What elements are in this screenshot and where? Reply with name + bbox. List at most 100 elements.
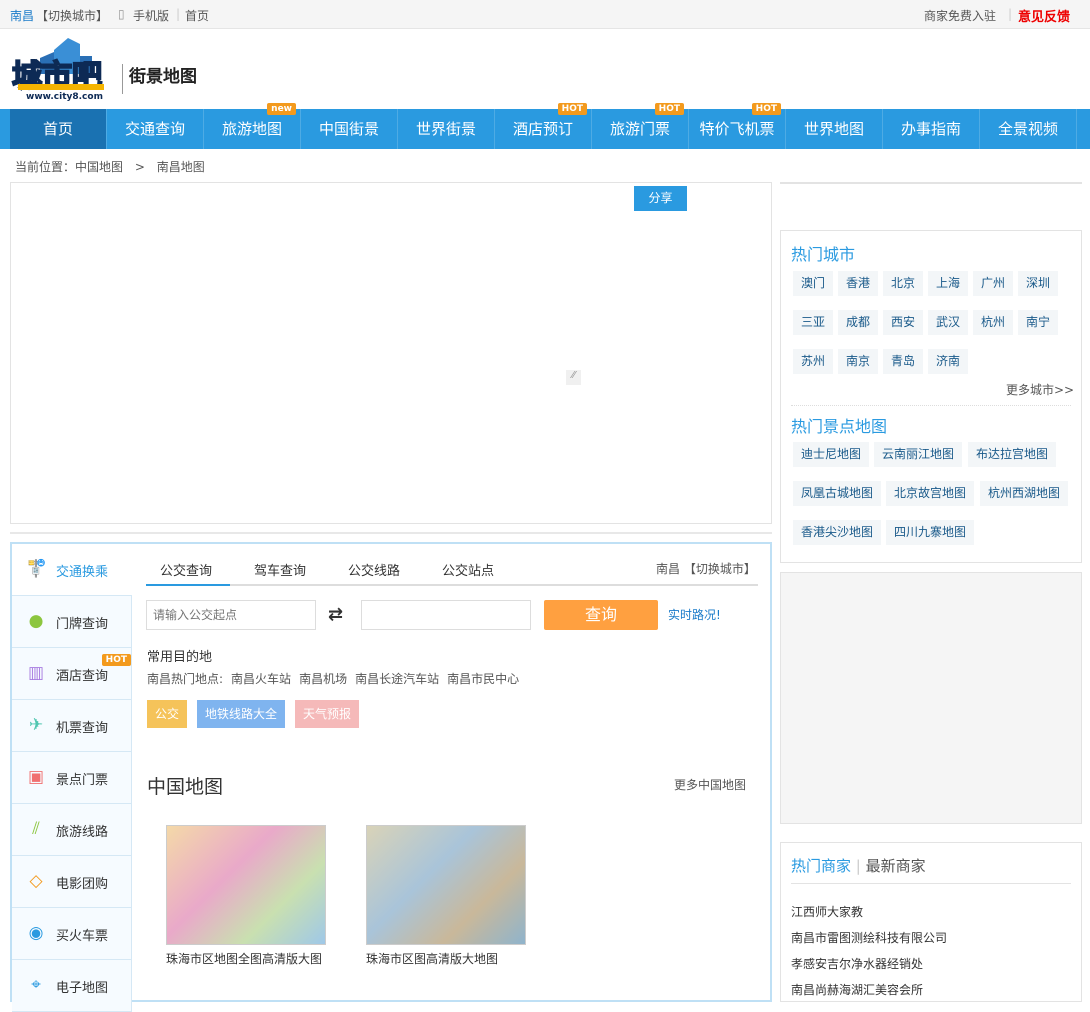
nav-item-6[interactable]: 旅游门票 HOT: [592, 103, 689, 149]
hot-spot-link[interactable]: 北京故宫地图: [886, 481, 975, 506]
nav-item-0[interactable]: 首页: [10, 109, 107, 149]
switch-city-link[interactable]: 【切换城市】: [36, 7, 108, 24]
feedback-link[interactable]: 意见反馈: [1018, 6, 1070, 25]
side-item-pin[interactable]: ● 门牌查询: [12, 596, 132, 648]
query-tab-2[interactable]: 公交线路: [348, 560, 400, 579]
start-input[interactable]: [146, 600, 316, 630]
tab-new-merchants[interactable]: 最新商家: [866, 857, 926, 875]
hot-spots-title: 热门景点地图: [791, 417, 888, 436]
side-item-route[interactable]: ⫽ 旅游线路: [12, 804, 132, 856]
quick-button[interactable]: 天气预报: [295, 700, 360, 728]
tab-hot-merchants[interactable]: 热门商家: [791, 857, 851, 875]
share-button[interactable]: 分享: [634, 186, 687, 211]
end-input[interactable]: [361, 600, 531, 630]
hot-spot-link[interactable]: 布达拉宫地图: [968, 442, 1057, 467]
resize-handle-icon[interactable]: ⁄⁄: [566, 370, 581, 385]
more-cities-link[interactable]: 更多城市>>: [1006, 381, 1074, 398]
search-button[interactable]: 查询: [544, 600, 658, 630]
more-china-maps-link[interactable]: 更多中国地图: [674, 776, 746, 793]
query-tab-1[interactable]: 驾车查询: [254, 560, 306, 579]
map-view[interactable]: ⁄⁄: [10, 182, 772, 524]
hot-city-link[interactable]: 济南: [928, 349, 969, 374]
hot-place-link[interactable]: 南昌机场: [299, 672, 347, 686]
map-thumbnail[interactable]: [366, 825, 526, 945]
hot-city-link[interactable]: 南京: [838, 349, 879, 374]
hot-city-link[interactable]: 广州: [973, 271, 1014, 296]
side-item-train[interactable]: ◉ 买火车票: [12, 908, 132, 960]
hot-city-link[interactable]: 西安: [883, 310, 924, 335]
mobile-link[interactable]: 手机版: [133, 7, 169, 24]
hot-city-link[interactable]: 澳门: [793, 271, 834, 296]
hot-spot-link[interactable]: 杭州西湖地图: [980, 481, 1069, 506]
query-switch-city[interactable]: 【切换城市】: [684, 562, 756, 576]
mobile-icon: ▯: [118, 7, 125, 21]
nav-item-1[interactable]: 交通查询: [107, 109, 204, 149]
side-item-hotel[interactable]: ▥ 酒店查询 HOT: [12, 648, 132, 700]
side-item-label: 机票查询: [56, 721, 109, 736]
site-logo[interactable]: 城市吧 www.city8.com: [10, 36, 118, 102]
nav-item-5[interactable]: 酒店预订 HOT: [495, 103, 592, 149]
china-map-title: 中国地图: [147, 776, 224, 798]
hot-spot-link[interactable]: 四川九寨地图: [886, 520, 975, 545]
nav-item-4[interactable]: 世界街景: [398, 109, 495, 149]
hot-city-link[interactable]: 上海: [928, 271, 969, 296]
hot-city-link[interactable]: 青岛: [883, 349, 924, 374]
merchant-link[interactable]: 孝感安吉尔净水器经销处: [791, 955, 923, 972]
map-caption[interactable]: 珠海市区地图全图高清版大图: [166, 950, 322, 967]
breadcrumb-nanchang-map[interactable]: 南昌地图: [157, 160, 205, 174]
nav-item-9[interactable]: 办事指南: [883, 109, 980, 149]
nav-item-8[interactable]: 世界地图: [786, 109, 883, 149]
side-item-bus[interactable]: 🚏 交通换乘: [12, 544, 132, 596]
swap-icon[interactable]: ⇄: [328, 604, 343, 625]
hot-spot-link[interactable]: 香港尖沙地图: [793, 520, 882, 545]
side-item-map[interactable]: ⌖ 电子地图: [12, 960, 132, 1012]
hot-city-link[interactable]: 南宁: [1018, 310, 1059, 335]
hot-city-link[interactable]: 香港: [838, 271, 879, 296]
side-item-tag[interactable]: ◇ 电影团购: [12, 856, 132, 908]
hot-spot-link[interactable]: 云南丽江地图: [874, 442, 963, 467]
breadcrumb-china-map[interactable]: 中国地图: [75, 160, 123, 174]
quick-button[interactable]: 地铁线路大全: [197, 700, 286, 728]
side-item-label: 买火车票: [56, 929, 109, 944]
nav-item-3[interactable]: 中国街景: [301, 109, 398, 149]
breadcrumb-separator: >: [134, 160, 145, 174]
side-item-plane[interactable]: ✈ 机票查询: [12, 700, 132, 752]
map-thumbnail[interactable]: [166, 825, 326, 945]
hot-city-link[interactable]: 成都: [838, 310, 879, 335]
hot-place-link[interactable]: 南昌长途汽车站: [355, 672, 439, 686]
nav-label: 中国街景: [318, 120, 379, 138]
merchant-join-link[interactable]: 商家免费入驻: [924, 7, 996, 24]
quick-button[interactable]: 公交: [147, 700, 188, 728]
query-tab-0[interactable]: 公交查询: [160, 560, 212, 579]
merchant-link[interactable]: 南昌尚赫海湖汇美容会所: [791, 981, 923, 998]
merchant-link[interactable]: 江西师大家教: [791, 903, 863, 920]
hot-city-link[interactable]: 杭州: [973, 310, 1014, 335]
nav-label: 旅游地图: [221, 120, 282, 138]
hot-city-link[interactable]: 三亚: [793, 310, 834, 335]
side-item-ticket[interactable]: ▣ 景点门票: [12, 752, 132, 804]
nav-item-7[interactable]: 特价飞机票 HOT: [689, 103, 786, 149]
nav-item-2[interactable]: 旅游地图 new: [204, 103, 301, 149]
hot-place-link[interactable]: 南昌火车站: [231, 672, 291, 686]
hot-city-link[interactable]: 深圳: [1018, 271, 1059, 296]
nav-label: 办事指南: [900, 120, 961, 138]
map-caption[interactable]: 珠海市区图高清版大地图: [366, 950, 498, 967]
realtime-traffic-link[interactable]: 实时路况!: [668, 606, 721, 623]
hotel-icon: ▥: [27, 663, 45, 683]
hot-city-link[interactable]: 北京: [883, 271, 924, 296]
side-item-label: 景点门票: [56, 773, 109, 788]
nav-badge: HOT: [751, 103, 781, 115]
hot-spot-link[interactable]: 迪士尼地图: [793, 442, 870, 467]
hot-place-link[interactable]: 南昌市民中心: [447, 672, 519, 686]
common-destinations-title: 常用目的地: [147, 650, 213, 665]
query-tab-3[interactable]: 公交站点: [442, 560, 494, 579]
hot-spot-link[interactable]: 凤凰古城地图: [793, 481, 882, 506]
side-item-label: 门牌查询: [56, 617, 109, 632]
current-city[interactable]: 南昌: [10, 7, 34, 24]
nav-item-10[interactable]: 全景视频: [980, 109, 1077, 149]
nav-label: 交通查询: [124, 120, 185, 138]
hot-city-link[interactable]: 苏州: [793, 349, 834, 374]
merchant-link[interactable]: 南昌市雷图测绘科技有限公司: [791, 929, 947, 946]
home-link[interactable]: 首页: [185, 7, 209, 24]
hot-city-link[interactable]: 武汉: [928, 310, 969, 335]
